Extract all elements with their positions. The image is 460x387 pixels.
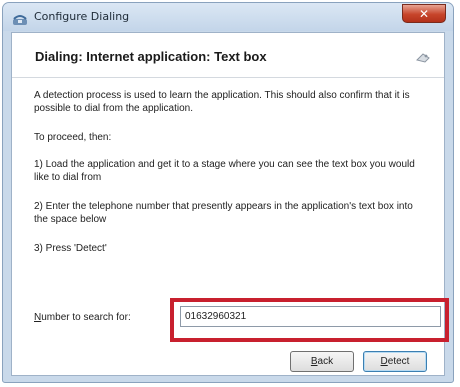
- wizard-header: Dialing: Internet application: Text box: [12, 33, 444, 78]
- step-2-text: 2) Enter the telephone number that prese…: [34, 201, 413, 225]
- intro-text: A detection process is used to learn the…: [34, 90, 410, 114]
- title-bar[interactable]: Configure Dialing ✕: [3, 3, 453, 31]
- detect-button[interactable]: Detect: [363, 351, 427, 372]
- number-search-input[interactable]: [180, 306, 441, 327]
- step-3-text: 3) Press 'Detect': [34, 243, 107, 254]
- number-search-label: Number to search for:: [34, 312, 131, 323]
- number-search-label-text: umber to search for:: [41, 312, 131, 323]
- close-icon: ✕: [418, 6, 430, 21]
- step-1-text: 1) Load the application and get it to a …: [34, 159, 415, 183]
- dialog-content: Dialing: Internet application: Text box …: [11, 32, 449, 376]
- back-button[interactable]: Back: [290, 351, 354, 372]
- close-button[interactable]: ✕: [402, 4, 446, 23]
- proceed-text: To proceed, then:: [34, 132, 112, 143]
- page-title: Dialing: Internet application: Text box: [35, 49, 267, 64]
- back-button-access-key: B: [310, 356, 318, 367]
- wizard-hat-icon: [416, 49, 430, 63]
- configure-dialing-window: Configure Dialing ✕ Dialing: Internet ap…: [2, 2, 454, 383]
- detect-button-label: etect: [387, 356, 410, 367]
- window-title: Configure Dialing: [34, 10, 130, 23]
- back-button-label: ack: [317, 356, 334, 367]
- phone-dialer-icon: [12, 11, 28, 25]
- detect-button-access-key: D: [380, 356, 388, 367]
